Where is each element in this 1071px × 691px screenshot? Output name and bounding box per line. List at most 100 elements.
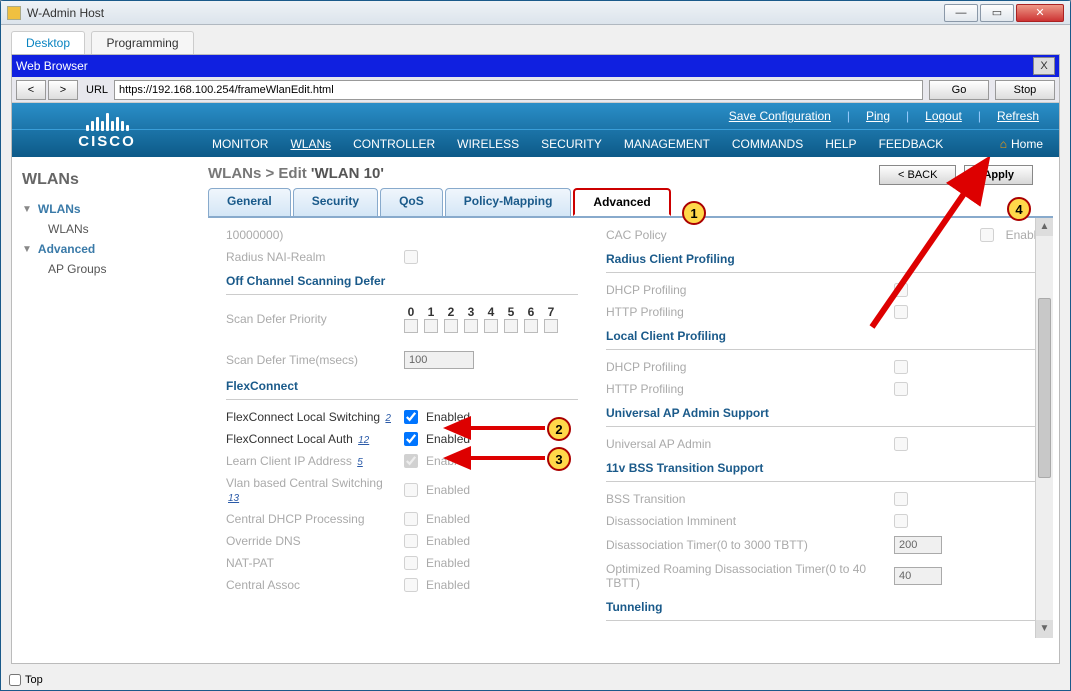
chk-flex-local-switching[interactable] [404,410,418,424]
chk-vlan-central[interactable] [404,483,418,497]
url-label: URL [86,84,108,96]
tab-programming[interactable]: Programming [91,31,193,54]
threshold-hint: 10000000) [226,228,396,242]
label-bss: BSS Transition [606,492,886,506]
section-off-channel: Off Channel Scanning Defer [226,268,578,295]
scan-priority-checks[interactable] [404,319,558,333]
go-button[interactable]: Go [929,80,989,100]
nav-back-button[interactable]: < [16,80,46,100]
label-dimm: Disassociation Imminent [606,514,886,528]
input-scan-time[interactable] [404,351,474,369]
section-flexconnect: FlexConnect [226,373,578,400]
sidebar-item-apgroups[interactable]: AP Groups [22,259,192,279]
scan-priority-numbers: 01234567 [404,305,558,319]
chk-top[interactable] [9,674,21,686]
minimize-button[interactable]: — [944,4,978,22]
chk-nat-pat[interactable] [404,556,418,570]
nav-monitor[interactable]: MONITOR [212,137,268,151]
label-http-profiling-l: HTTP Profiling [606,382,886,396]
label-central-dhcp: Central DHCP Processing [226,512,396,526]
callout-3: 3 [547,447,571,471]
caret-icon: ▼ [22,204,32,215]
chk-learn-client-ip[interactable] [404,454,418,468]
nav-wlans[interactable]: WLANs [290,137,331,151]
nav-forward-button[interactable]: > [48,80,78,100]
home-icon: ⌂ [1000,137,1007,151]
nav-management[interactable]: MANAGEMENT [624,137,710,151]
callout-4: 4 [1007,197,1031,221]
chk-central-dhcp[interactable] [404,512,418,526]
scroll-down-icon[interactable]: ▼ [1036,620,1053,638]
app-icon [7,6,21,20]
window-title: W-Admin Host [27,6,104,20]
section-tunneling: Tunneling [606,594,1043,621]
titlebar: W-Admin Host — ▭ ✕ [1,1,1070,25]
url-input[interactable] [114,80,923,100]
browser-titlebar: Web Browser X [12,55,1059,77]
nav-security[interactable]: SECURITY [541,137,602,151]
chk-flex-local-auth[interactable] [404,432,418,446]
label-override-dns: Override DNS [226,534,396,548]
stop-button[interactable]: Stop [995,80,1055,100]
input-dtimer[interactable] [894,536,942,554]
label-rtimer: Optimized Roaming Disassociation Timer(0… [606,562,886,590]
chk-dhcp-l[interactable] [894,360,908,374]
browser-close-button[interactable]: X [1033,57,1055,75]
chk-nai-realm[interactable] [404,250,418,264]
browser-title: Web Browser [16,59,88,73]
label-http-profiling-r: HTTP Profiling [606,305,886,319]
sidebar-item-advanced[interactable]: ▼Advanced [22,239,192,259]
chk-bss[interactable] [894,492,908,506]
label-scan-priority: Scan Defer Priority [226,312,396,326]
label-flex-local-auth: FlexConnect Local Auth 12 [226,432,396,446]
arrow-icon [463,449,548,467]
label-scan-time: Scan Defer Time(msecs) [226,353,396,367]
tab-general[interactable]: General [208,188,291,216]
sidebar-item-wlans[interactable]: ▼WLANs [22,199,192,219]
scrollbar[interactable]: ▲ ▼ [1035,218,1053,638]
callout-1: 1 [682,201,706,225]
tab-security[interactable]: Security [293,188,378,216]
sidebar-item-wlans-sub[interactable]: WLANs [22,219,192,239]
chk-override-dns[interactable] [404,534,418,548]
link-refresh[interactable]: Refresh [993,109,1043,123]
label-vlan-central-switching: Vlan based Central Switching 13 [226,476,396,504]
cisco-logo: CISCO [12,103,202,157]
sidebar-title: WLANs [22,171,192,189]
tab-advanced[interactable]: Advanced [573,188,670,216]
chk-http-l[interactable] [894,382,908,396]
nav-help[interactable]: HELP [825,137,856,151]
label-dhcp-profiling-l: DHCP Profiling [606,360,886,374]
label-flex-local-switching: FlexConnect Local Switching 2 [226,410,396,424]
link-save-config[interactable]: Save Configuration [725,109,835,123]
label-dtimer: Disassociation Timer(0 to 3000 TBTT) [606,538,886,552]
chk-dimm[interactable] [894,514,908,528]
chk-uap[interactable] [894,437,908,451]
section-uap: Universal AP Admin Support [606,400,1043,427]
nav-wireless[interactable]: WIRELESS [457,137,519,151]
label-top: Top [25,674,43,686]
nav-commands[interactable]: COMMANDS [732,137,803,151]
input-rtimer[interactable] [894,567,942,585]
nav-home[interactable]: ⌂Home [1000,137,1043,151]
link-ping[interactable]: Ping [862,109,894,123]
scroll-up-icon[interactable]: ▲ [1036,218,1053,236]
label-dhcp-profiling-r: DHCP Profiling [606,283,886,297]
label-cac-policy: CAC Policy [606,228,667,242]
outer-tabs: Desktop Programming [1,25,1070,54]
chk-central-assoc[interactable] [404,578,418,592]
tab-desktop[interactable]: Desktop [11,31,85,54]
link-logout[interactable]: Logout [921,109,966,123]
tab-policy-mapping[interactable]: Policy-Mapping [445,188,572,216]
nav-feedback[interactable]: FEEDBACK [879,137,944,151]
maximize-button[interactable]: ▭ [980,4,1014,22]
nav-controller[interactable]: CONTROLLER [353,137,435,151]
arrow-icon [862,177,992,337]
brand-text: CISCO [78,133,136,150]
scroll-thumb[interactable] [1038,298,1051,478]
close-button[interactable]: ✕ [1016,4,1064,22]
section-11v: 11v BSS Transition Support [606,455,1043,482]
caret-icon: ▼ [22,244,32,255]
arrow-icon [463,419,548,437]
tab-qos[interactable]: QoS [380,188,443,216]
